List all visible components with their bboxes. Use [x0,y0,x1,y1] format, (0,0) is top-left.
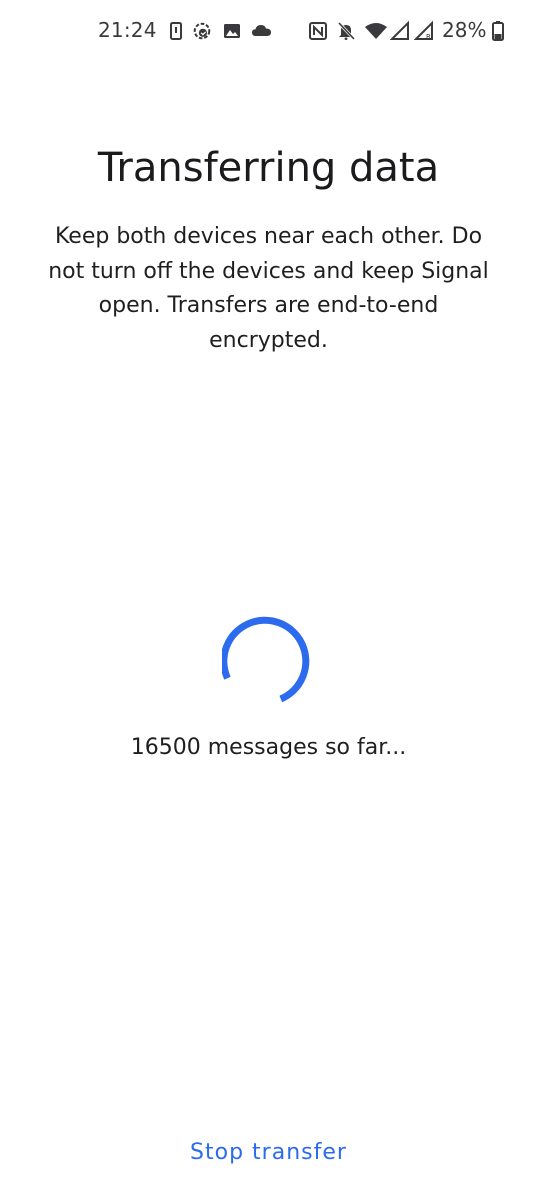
status-time: 21:24 [98,18,157,42]
transfer-progress-text: 16500 messages so far... [130,735,407,760]
battery-icon [492,21,504,41]
nfc-icon [309,22,327,40]
transfer-description: Keep both devices near each other. Do no… [48,224,489,353]
svg-text:R: R [426,33,431,41]
sync-icon [193,22,211,40]
image-icon [224,24,240,38]
notifications-off-icon [337,21,356,41]
battery-percent: 28% [442,18,487,42]
stop-transfer-button[interactable]: Stop transfer [168,1128,369,1176]
loading-spinner-icon [222,616,310,703]
cloud-icon [252,25,271,36]
status-bar: 21:24 R 28% [0,0,537,64]
page-title: Transferring data [97,145,440,191]
signal-icon [390,20,409,40]
signal-roaming-icon: R [414,20,433,41]
wifi-icon [365,23,387,39]
sim-status-icon [170,22,182,40]
